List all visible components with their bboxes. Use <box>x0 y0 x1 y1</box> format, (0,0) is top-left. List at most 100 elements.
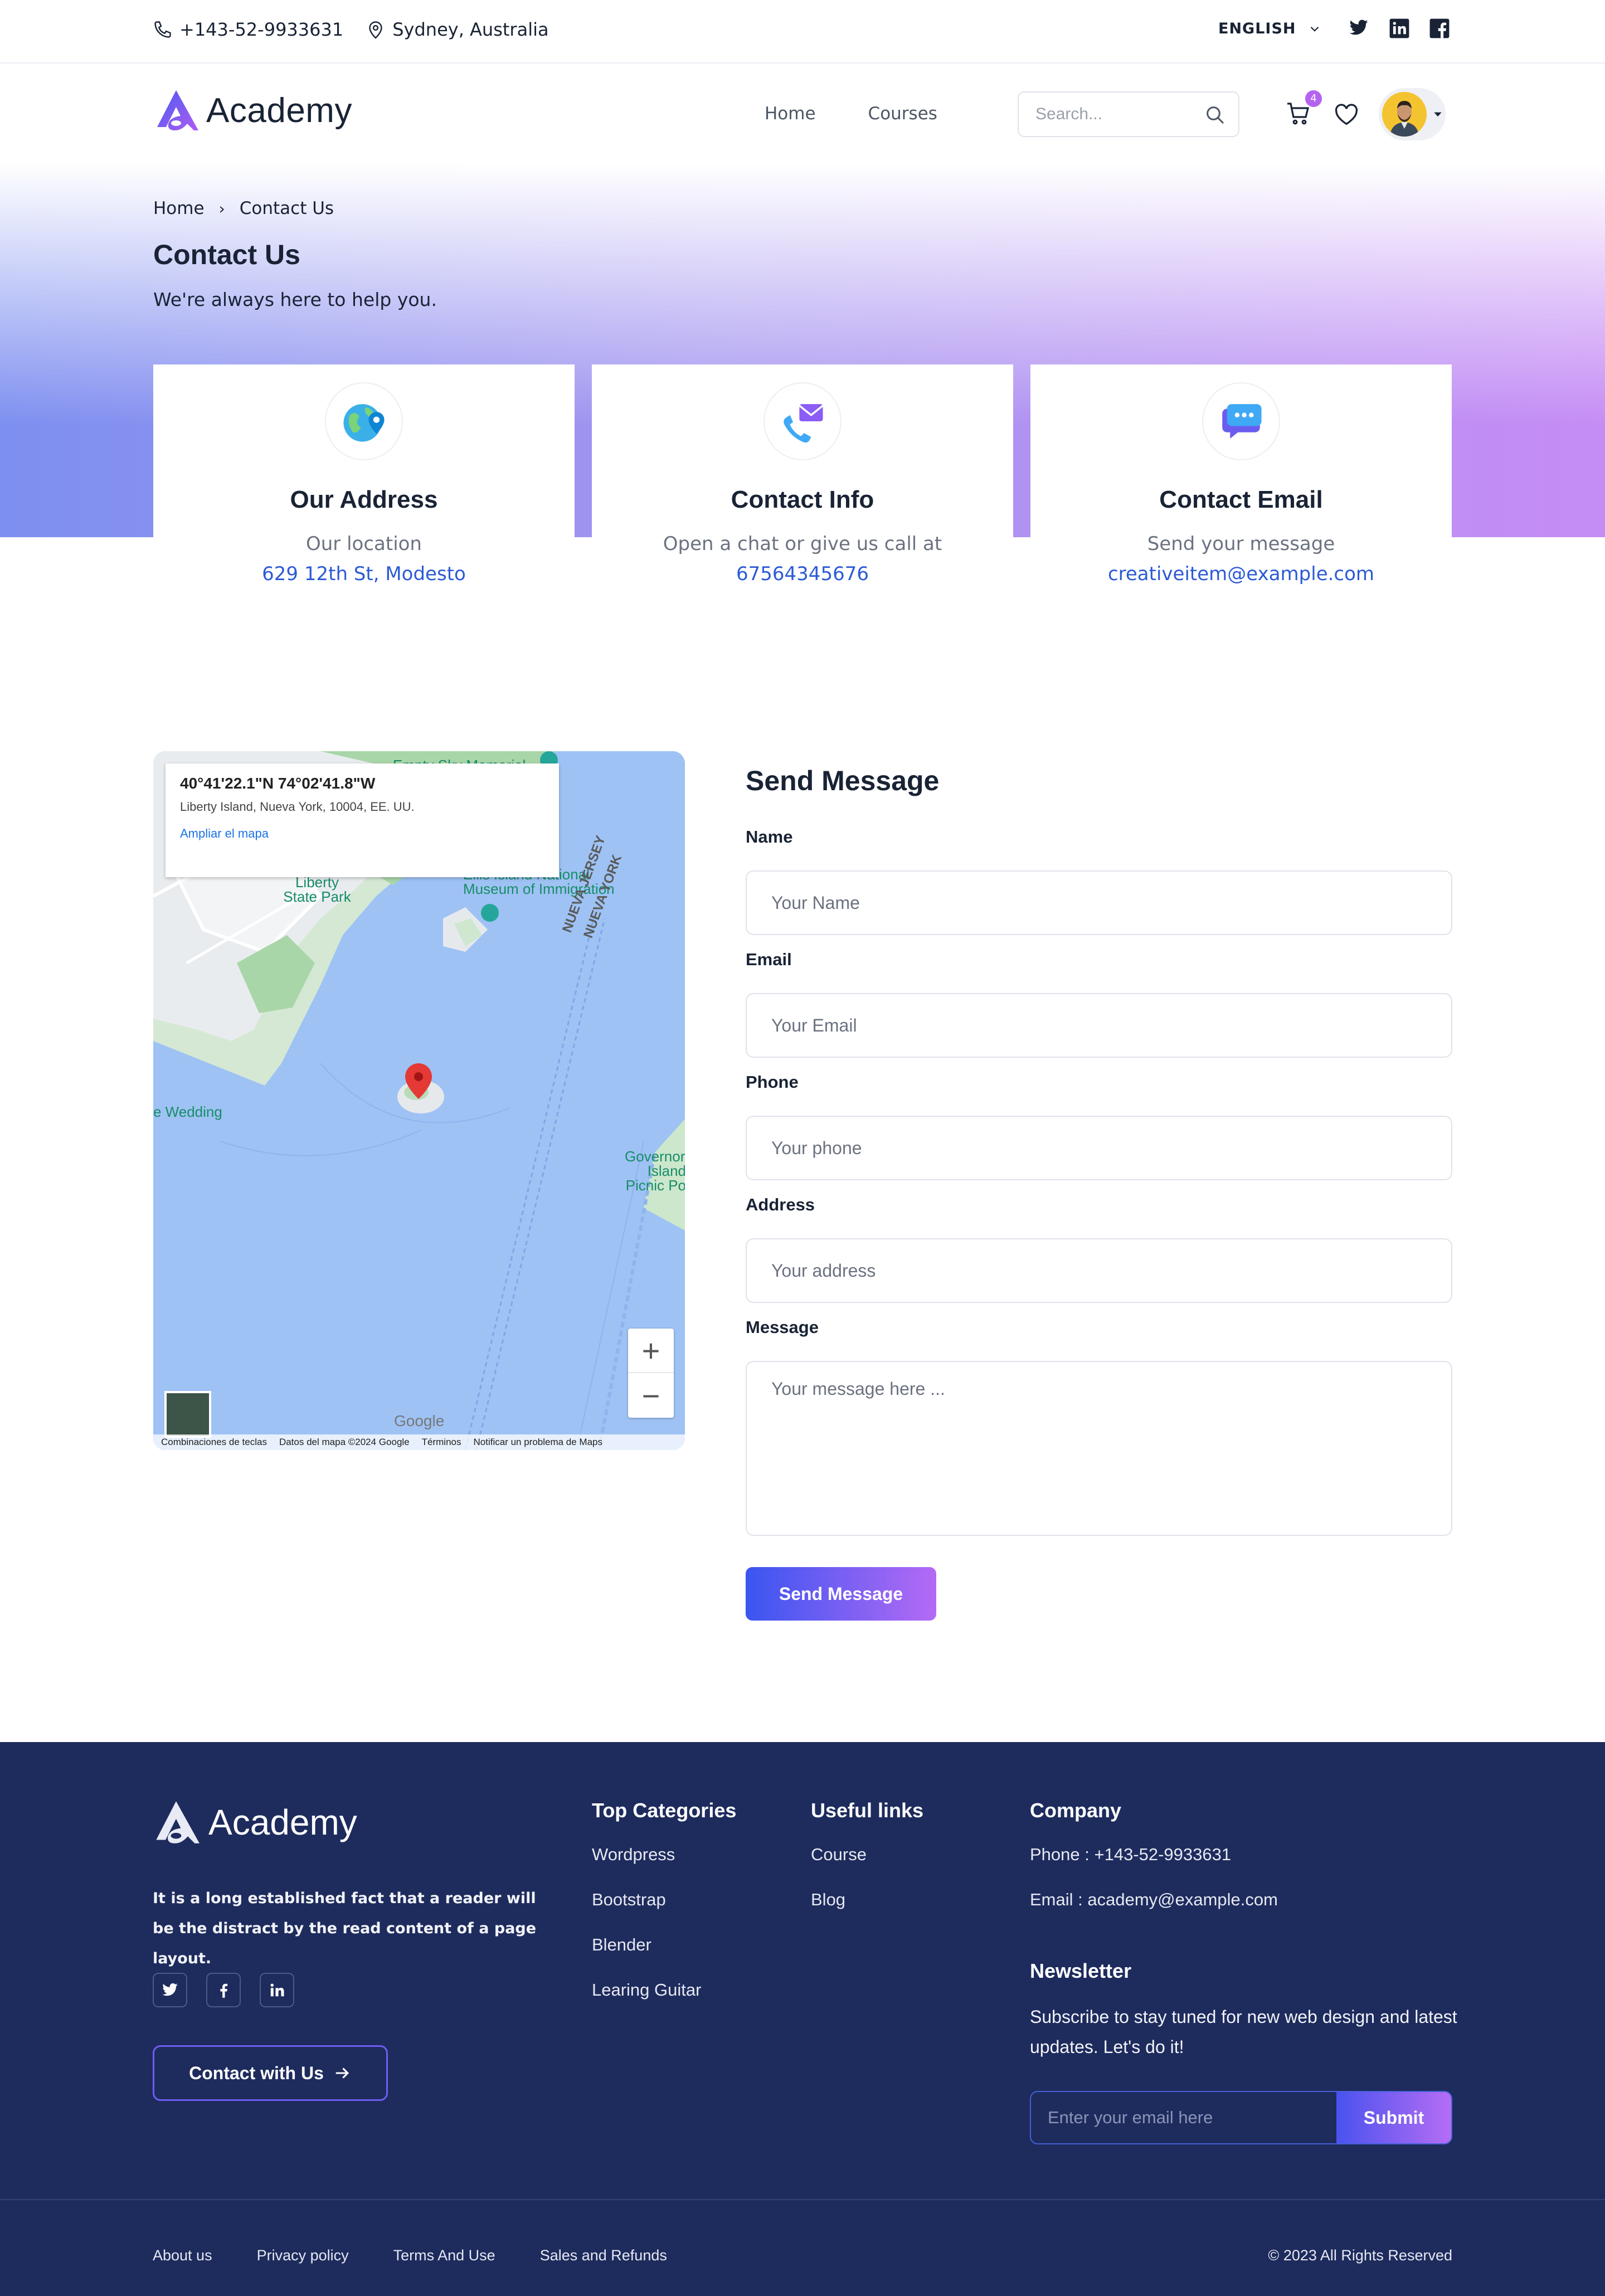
linkedin-icon[interactable] <box>1389 18 1410 39</box>
google-logo: Google <box>394 1412 445 1429</box>
send-message-button[interactable]: Send Message <box>746 1567 936 1621</box>
nav-courses[interactable]: Courses <box>868 104 937 124</box>
map-zoom-controls: + − <box>628 1329 674 1418</box>
map-label-governors: Governors Island Picnic Po <box>625 1148 685 1194</box>
name-label: Name <box>746 827 793 847</box>
card-title: Contact Email <box>1159 486 1323 513</box>
footer-logo[interactable]: Academy <box>153 1799 357 1846</box>
zoom-in-button[interactable]: + <box>628 1329 674 1373</box>
useful-link[interactable]: Blog <box>811 1890 923 1935</box>
cart-count-badge: 4 <box>1305 90 1322 107</box>
map-label-wedding: e Wedding <box>153 1103 222 1120</box>
newsletter-title: Newsletter <box>1030 1959 1132 1982</box>
heart-icon <box>1335 104 1358 125</box>
category-link[interactable]: Blender <box>592 1935 736 1980</box>
facebook-icon <box>220 1983 228 1998</box>
academy-logo-icon <box>157 90 198 130</box>
company-phone: Phone : +143-52-9933631 <box>1030 1845 1232 1864</box>
card-line2[interactable]: creativeitem@example.com <box>1030 563 1452 585</box>
footer-social-links <box>153 1973 294 2007</box>
user-menu[interactable] <box>1379 88 1446 140</box>
top-phone[interactable]: +143-52-9933631 <box>153 19 343 40</box>
map-label-liberty-park: Liberty State Park <box>283 874 351 905</box>
site-footer: Academy It is a long established fact th… <box>0 1742 1605 2296</box>
newsletter-form: Submit <box>1030 2091 1452 2144</box>
wishlist-button[interactable] <box>1334 104 1359 128</box>
cart-button[interactable]: 4 <box>1285 90 1322 129</box>
language-selector[interactable]: ENGLISH <box>1218 20 1322 37</box>
map-address: Liberty Island, Nueva York, 10004, EE. U… <box>180 800 415 814</box>
search-icon[interactable] <box>1204 104 1226 126</box>
useful-link[interactable]: Course <box>811 1845 923 1890</box>
globe-icon <box>343 404 385 442</box>
address-field[interactable] <box>746 1238 1452 1303</box>
contact-with-us-button[interactable]: Contact with Us <box>153 2045 388 2101</box>
card-icon-circle <box>763 382 842 460</box>
address-card: Our Address Our location 629 12th St, Mo… <box>153 364 575 599</box>
card-line2[interactable]: 629 12th St, Modesto <box>153 563 575 585</box>
avatar <box>1382 92 1427 137</box>
card-title: Contact Info <box>731 486 874 513</box>
attrib-shortcuts[interactable]: Combinaciones de teclas <box>161 1437 267 1448</box>
chat-bubble-icon <box>1222 404 1262 439</box>
site-logo[interactable]: Academy <box>154 88 352 133</box>
top-contact-info: +143-52-9933631 Sydney, Australia <box>153 19 571 40</box>
card-line1: Open a chat or give us call at <box>663 533 942 555</box>
sales-refunds-link[interactable]: Sales and Refunds <box>540 2247 667 2264</box>
phone-field[interactable] <box>746 1116 1452 1180</box>
newsletter-email-input[interactable] <box>1031 2092 1336 2143</box>
card-icon-circle <box>325 382 403 460</box>
footer-description: It is a long established fact that a rea… <box>153 1890 537 1967</box>
chevron-right-icon: › <box>218 199 225 218</box>
category-link[interactable]: Learing Guitar <box>592 1980 736 2025</box>
nav-home[interactable]: Home <box>765 104 816 124</box>
category-link[interactable]: Bootstrap <box>592 1890 736 1935</box>
contact-email-card: Contact Email Send your message creative… <box>1030 364 1452 599</box>
attrib-terms[interactable]: Términos <box>422 1437 461 1448</box>
terms-link[interactable]: Terms And Use <box>393 2247 495 2264</box>
map-coordinates: 40°41'22.1"N 74°02'41.8"W <box>180 775 376 792</box>
main-header: Academy Home Courses 4 <box>0 64 1605 164</box>
location-map[interactable]: Empty Sky Memorial Liberty State Park El… <box>153 751 685 1450</box>
privacy-policy-link[interactable]: Privacy policy <box>257 2247 349 2264</box>
send-message-form: Send Message Name Email Phone Address Me… <box>746 751 1452 1643</box>
newsletter-submit-button[interactable]: Submit <box>1336 2092 1451 2143</box>
footer-twitter-button[interactable] <box>153 1973 187 2007</box>
linkedin-icon <box>270 1983 284 1997</box>
twitter-icon[interactable] <box>1348 18 1370 38</box>
attrib-report[interactable]: Notificar un problema de Maps <box>474 1437 603 1448</box>
about-us-link[interactable]: About us <box>153 2247 212 2264</box>
message-label: Message <box>746 1317 819 1337</box>
breadcrumb-home[interactable]: Home <box>153 198 205 218</box>
email-field[interactable] <box>746 993 1452 1058</box>
footer-linkedin-button[interactable] <box>260 1973 294 2007</box>
map-enlarge-link[interactable]: Ampliar el mapa <box>180 826 544 841</box>
search-input[interactable] <box>1019 93 1186 136</box>
zoom-out-button[interactable]: − <box>628 1373 674 1418</box>
phone-mail-icon <box>784 404 824 443</box>
search-box <box>1018 91 1239 137</box>
footer-facebook-button[interactable] <box>206 1973 241 2007</box>
copyright: © 2023 All Rights Reserved <box>1268 2247 1452 2264</box>
page-subtitle: We're always here to help you. <box>153 289 437 310</box>
arrow-right-icon <box>335 2068 349 2079</box>
company-email[interactable]: Email : academy@example.com <box>1030 1890 1278 1935</box>
facebook-icon[interactable] <box>1429 18 1450 39</box>
top-social-links <box>1348 18 1450 39</box>
category-link[interactable]: Wordpress <box>592 1845 736 1890</box>
form-title: Send Message <box>746 765 940 796</box>
breadcrumb: Home › Contact Us <box>153 198 334 218</box>
phone-label: Phone <box>746 1072 799 1092</box>
message-field[interactable] <box>746 1361 1452 1536</box>
top-bar: +143-52-9933631 Sydney, Australia ENGLIS… <box>0 0 1605 64</box>
contact-info-card: Contact Info Open a chat or give us call… <box>592 364 1013 599</box>
card-line2[interactable]: 67564345676 <box>592 563 1013 585</box>
address-label: Address <box>746 1195 815 1214</box>
page-title: Contact Us <box>153 239 300 270</box>
card-line1: Our location <box>305 533 422 555</box>
map-satellite-toggle[interactable] <box>164 1391 211 1438</box>
map-info-popup: 40°41'22.1"N 74°02'41.8"W Liberty Island… <box>166 763 559 877</box>
name-field[interactable] <box>746 870 1452 935</box>
top-location-text: Sydney, Australia <box>392 19 549 40</box>
caret-down-icon <box>1434 112 1442 117</box>
